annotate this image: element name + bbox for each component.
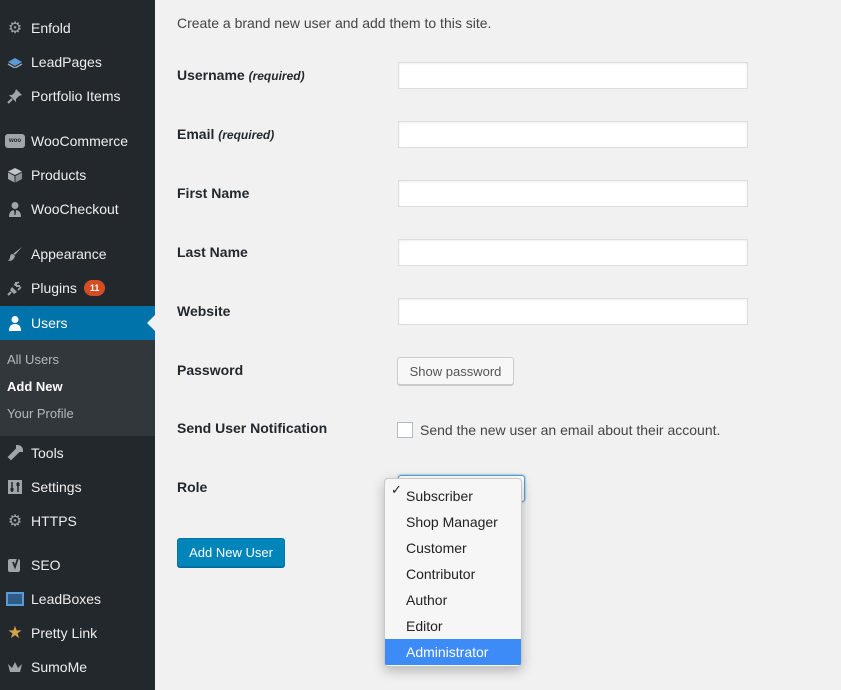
- role-option-administrator[interactable]: Administrator: [385, 639, 521, 665]
- sidebar-item-https[interactable]: ⚙ HTTPS: [0, 504, 155, 538]
- sidebar-item-label: Plugins: [31, 280, 77, 296]
- gear-icon: ⚙: [7, 513, 23, 530]
- first-name-label: First Name: [177, 185, 250, 201]
- username-label: Username (required): [177, 67, 305, 83]
- role-option-contributor[interactable]: Contributor: [385, 561, 521, 587]
- sidebar-item-woocheckout[interactable]: WooCheckout: [0, 192, 155, 226]
- sidebar-item-appearance[interactable]: Appearance: [0, 237, 155, 271]
- plugins-update-badge: 11: [83, 280, 106, 296]
- sidebar-item-label: SumoMe: [31, 659, 88, 675]
- leadboxes-icon: [3, 589, 27, 609]
- user-tie-icon: [3, 199, 27, 219]
- website-label: Website: [177, 303, 231, 319]
- role-option-subscriber[interactable]: Subscriber: [385, 483, 521, 509]
- sidebar-item-leadboxes[interactable]: LeadBoxes: [0, 582, 155, 616]
- sidebar-item-label: Users: [31, 315, 68, 331]
- admin-sidebar: ⚙ Enfold LeadPages Portfolio Items woo W…: [0, 0, 155, 690]
- send-notification-checkbox[interactable]: [397, 422, 413, 438]
- email-label: Email (required): [177, 126, 275, 142]
- plug-icon: [3, 278, 27, 298]
- sidebar-item-woocommerce[interactable]: woo WooCommerce: [0, 124, 155, 158]
- user-icon: [3, 313, 27, 333]
- star-icon: ★: [7, 623, 23, 642]
- sidebar-item-users[interactable]: Users: [0, 306, 155, 340]
- first-name-input[interactable]: [398, 180, 748, 207]
- submenu-item-add-new[interactable]: Add New: [7, 379, 63, 394]
- sidebar-item-label: Products: [31, 167, 87, 183]
- sidebar-item-portfolio-items[interactable]: Portfolio Items: [0, 79, 155, 113]
- sidebar-item-sumome[interactable]: SumoMe: [0, 650, 155, 684]
- form-intro: Create a brand new user and add them to …: [177, 15, 492, 31]
- sidebar-item-plugins[interactable]: Plugins 11: [0, 271, 155, 305]
- crown-icon: [3, 657, 27, 677]
- pushpin-icon: [3, 86, 27, 106]
- sidebar-item-label: Appearance: [31, 246, 107, 262]
- sidebar-item-label: LeadPages: [31, 54, 102, 70]
- sidebar-item-label: Portfolio Items: [31, 88, 121, 104]
- add-new-user-button[interactable]: Add New User: [177, 538, 285, 567]
- role-label: Role: [177, 479, 208, 495]
- last-name-label: Last Name: [177, 244, 248, 260]
- sidebar-item-tools[interactable]: Tools: [0, 436, 155, 470]
- role-dropdown-list: ✓ Subscriber Shop Manager Customer Contr…: [384, 478, 522, 667]
- sidebar-item-label: Settings: [31, 479, 82, 495]
- paintbrush-icon: [3, 244, 27, 264]
- sidebar-item-products[interactable]: Products: [0, 158, 155, 192]
- submenu-item-your-profile[interactable]: Your Profile: [7, 406, 74, 421]
- cube-icon: [3, 165, 27, 185]
- sidebar-item-label: Pretty Link: [31, 625, 98, 641]
- sidebar-item-enfold[interactable]: ⚙ Enfold: [0, 11, 155, 45]
- required-note: (required): [248, 69, 305, 83]
- username-input[interactable]: [398, 62, 748, 89]
- woocommerce-icon: woo: [3, 131, 27, 151]
- gear-icon: ⚙: [7, 20, 23, 37]
- email-input[interactable]: [398, 121, 748, 148]
- send-notification-text: Send the new user an email about their a…: [420, 422, 721, 438]
- role-option-shop-manager[interactable]: Shop Manager: [385, 509, 521, 535]
- sidebar-item-label: WooCommerce: [31, 133, 128, 149]
- sidebar-item-label: HTTPS: [31, 513, 77, 529]
- required-note: (required): [218, 128, 275, 142]
- sidebar-item-label: Enfold: [31, 20, 71, 36]
- sidebar-item-leadpages[interactable]: LeadPages: [0, 45, 155, 79]
- sidebar-item-pretty-link[interactable]: ★ Pretty Link: [0, 616, 155, 650]
- sidebar-item-label: LeadBoxes: [31, 591, 102, 607]
- sidebar-item-label: SEO: [31, 557, 61, 573]
- role-option-author[interactable]: Author: [385, 587, 521, 613]
- role-option-editor[interactable]: Editor: [385, 613, 521, 639]
- website-input[interactable]: [398, 298, 748, 325]
- yoast-icon: [3, 555, 27, 575]
- sidebar-item-label: Tools: [31, 445, 64, 461]
- submenu-item-all-users[interactable]: All Users: [7, 352, 59, 367]
- sidebar-item-settings[interactable]: Settings: [0, 470, 155, 504]
- settings-sliders-icon: [3, 477, 27, 497]
- users-submenu: All Users Add New Your Profile: [0, 340, 155, 436]
- sidebar-item-seo[interactable]: SEO: [0, 548, 155, 582]
- show-password-button[interactable]: Show password: [397, 357, 514, 385]
- last-name-input[interactable]: [398, 239, 748, 266]
- role-option-customer[interactable]: Customer: [385, 535, 521, 561]
- leadpages-icon: [3, 52, 27, 72]
- notification-label: Send User Notification: [177, 420, 328, 436]
- sidebar-item-label: WooCheckout: [31, 201, 119, 217]
- wrench-icon: [3, 443, 27, 463]
- password-label: Password: [177, 362, 244, 378]
